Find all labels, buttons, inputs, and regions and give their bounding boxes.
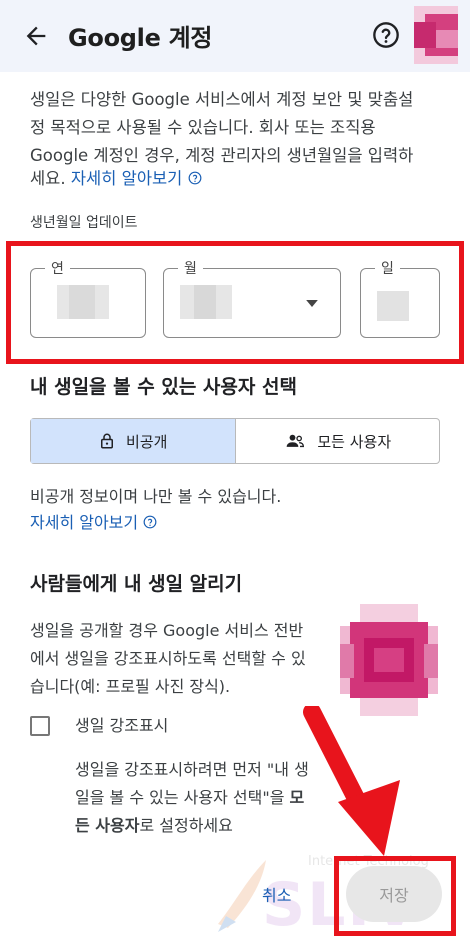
hint-line-2: 일을 볼 수 있는 사용자 선택"을 모 [75,784,304,812]
avatar[interactable] [414,6,458,64]
month-label: 월 [178,258,203,278]
announce-desc-1: 생일을 공개할 경우 Google 서비스 전반 [30,621,304,640]
people-icon [287,434,305,448]
birthday-update-label: 생년월일 업데이트 [30,215,138,231]
month-dropdown[interactable]: 월 [163,258,341,338]
top-app-bar: Google 계정 [0,0,470,72]
checkbox-label: 생일 강조표시 [75,716,169,735]
private-option[interactable]: 비공개 [31,419,236,463]
hint-line-3-text: 로 설정하세요 [139,816,233,835]
announce-desc-2: 에서 생일을 강조표시하도록 선택할 수 있 [30,649,306,668]
announce-heading: 사람들에게 내 생일 알리기 [30,573,243,595]
help-small-icon[interactable] [143,515,157,529]
hint-line-3: 든 사용자로 설정하세요 [75,812,233,840]
cancel-button[interactable]: 취소 [262,882,291,906]
everyone-label: 모든 사용자 [317,432,392,451]
visibility-segmented-control: 비공개 모든 사용자 [30,418,440,464]
intro-line-1: 생일은 다양한 Google 서비스에서 계정 보안 및 맞춤설 [30,90,414,109]
visibility-learn-more-row: 자세히 알아보기 [30,509,157,537]
birthday-highlight-checkbox[interactable] [30,716,50,736]
page-title: Google 계정 [68,24,213,52]
day-label: 일 [375,258,400,278]
year-label: 연 [45,258,70,278]
everyone-option[interactable]: 모든 사용자 [236,419,440,463]
visibility-heading: 내 생일을 볼 수 있는 사용자 선택 [30,376,297,398]
blur-block [69,285,95,319]
private-label: 비공개 [126,432,168,451]
day-field[interactable]: 일 [360,258,440,338]
announce-desc-3: 습니다(예: 프로필 사진 장식). [30,677,231,696]
visibility-note: 비공개 정보이며 나만 볼 수 있습니다. [30,487,282,506]
intro-line-2: 정 목적으로 사용될 수 있습니다. 회사 또는 조직용 [30,118,376,137]
dropdown-arrow-icon [306,300,318,307]
help-circle-icon[interactable] [372,21,400,49]
year-field[interactable]: 연 [30,258,146,338]
blur-block [194,285,216,319]
highlight-box-save [334,856,456,936]
profile-photo-decoration [340,604,438,716]
day-value-blurred [377,291,409,321]
intro-line-4: 세요. 자세히 알아보기 [30,165,202,193]
hint-line-1: 생일을 강조표시하려면 먼저 "내 생 [75,760,309,779]
red-arrow-annotation [303,706,400,856]
intro-line-4-prefix: 세요. [30,169,71,188]
arrow-back-icon[interactable] [22,22,50,50]
help-small-icon[interactable] [188,171,202,185]
visibility-learn-more-link[interactable]: 자세히 알아보기 [30,513,138,532]
lock-icon [101,433,114,449]
hint-line-2-text: 일을 볼 수 있는 사용자 선택"을 [75,788,290,807]
hint-line-3-bold: 든 사용자 [75,816,140,835]
learn-more-link[interactable]: 자세히 알아보기 [71,169,183,188]
